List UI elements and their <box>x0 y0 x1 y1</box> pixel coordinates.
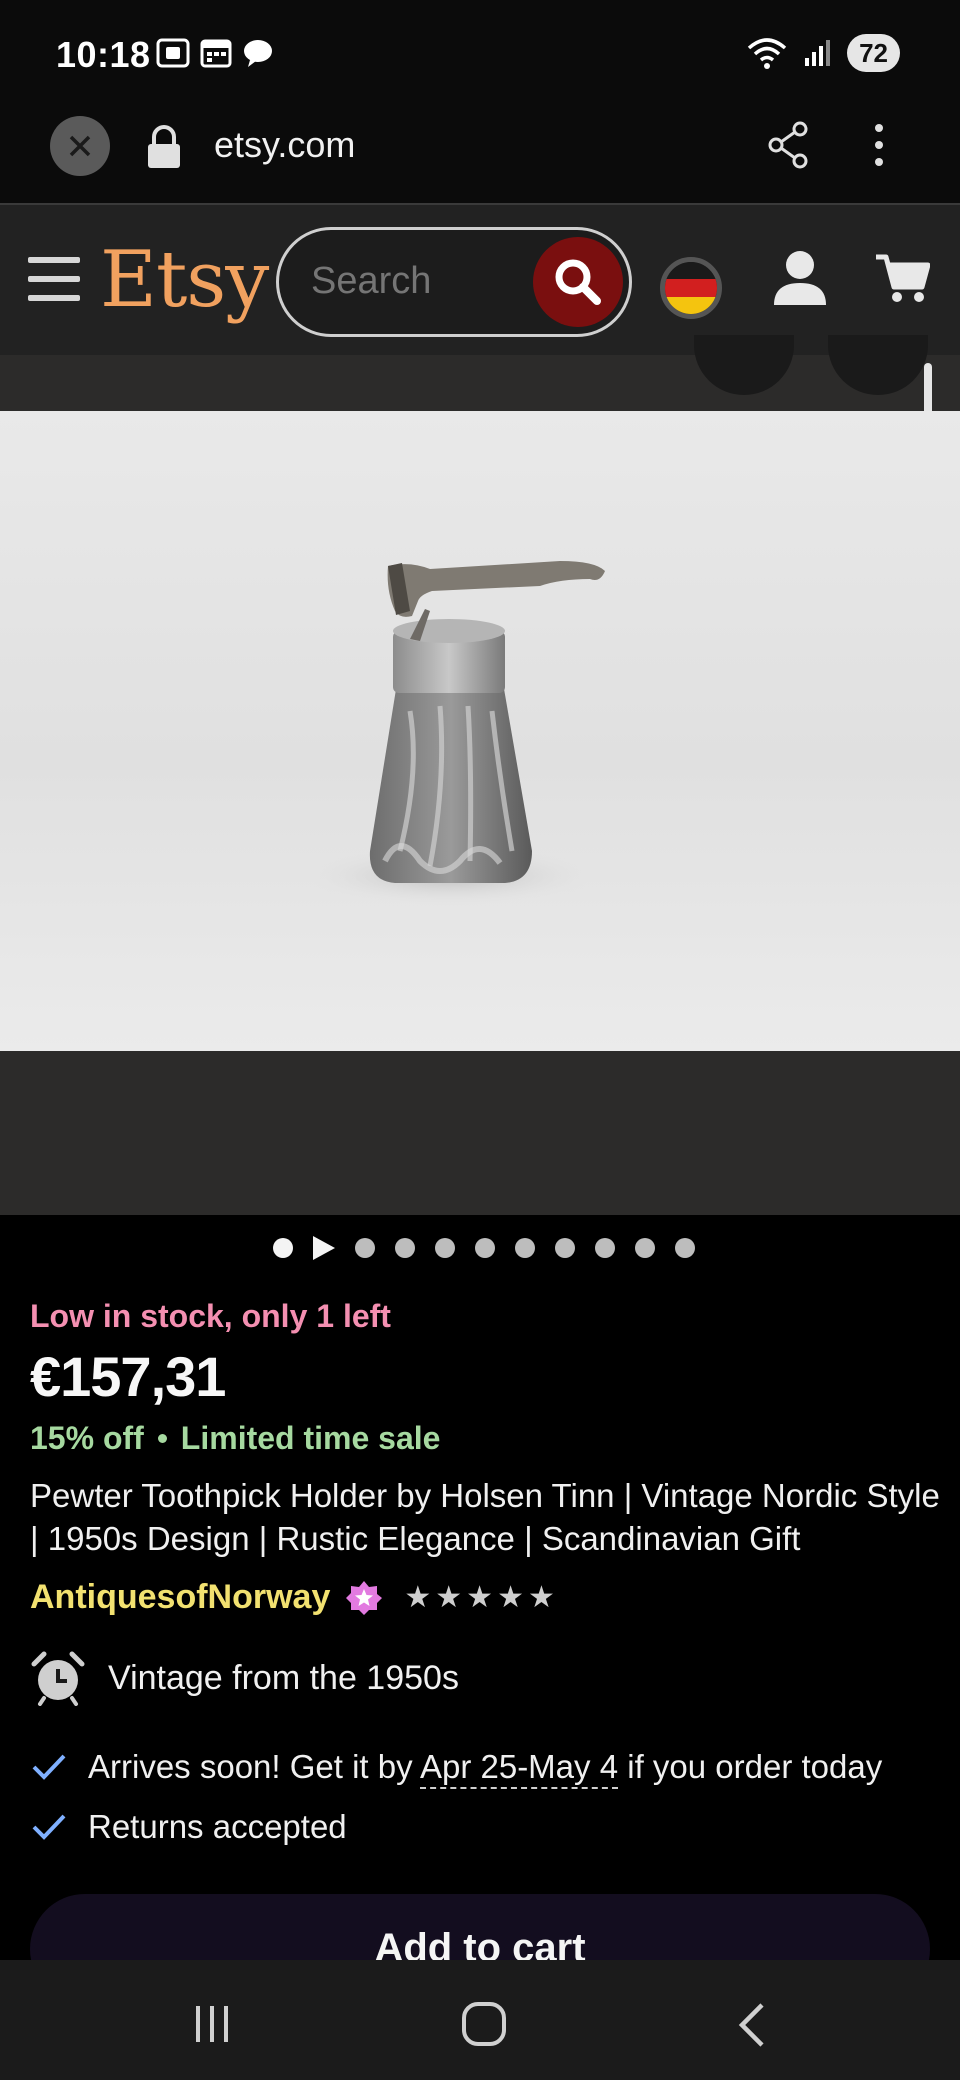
price: €157,31 <box>30 1345 226 1408</box>
signal-icon <box>805 40 831 66</box>
checkmark-icon <box>32 1814 66 1840</box>
recent-apps-icon[interactable] <box>196 2006 228 2042</box>
star-icon: ★ <box>497 1580 524 1614</box>
delivery-dates[interactable]: Apr 25-May 4 <box>419 1748 619 1789</box>
status-time: 10:18 <box>56 34 151 75</box>
listing-title: Pewter Toothpick Holder by Holsen Tinn |… <box>30 1477 940 1557</box>
shop-row: AntiquesofNorway ★ ★ ★ ★ ★ <box>30 1578 555 1617</box>
cart-icon[interactable] <box>874 251 930 305</box>
pagination-dot[interactable] <box>355 1238 375 1258</box>
star-icon: ★ <box>404 1580 432 1614</box>
more-options-icon[interactable] <box>872 120 886 170</box>
pagination-dot[interactable] <box>675 1238 695 1258</box>
wifi-icon <box>747 38 787 69</box>
notification-icons <box>156 38 274 68</box>
bullet-separator <box>157 1434 167 1443</box>
search-button[interactable] <box>533 237 623 327</box>
sale-info: 15% off Limited time sale <box>30 1420 440 1457</box>
share-icon[interactable] <box>766 120 810 170</box>
star-icon: ★ <box>527 1580 555 1614</box>
search-input[interactable] <box>311 260 511 303</box>
gallery-action-button[interactable] <box>828 335 928 395</box>
back-icon[interactable] <box>736 2002 766 2048</box>
system-icons: 72 <box>745 34 900 72</box>
hamburger-menu-icon[interactable] <box>28 257 80 301</box>
lock-icon <box>148 125 180 168</box>
pagination-dot[interactable] <box>635 1238 655 1258</box>
vintage-label: Vintage from the 1950s <box>108 1658 459 1697</box>
calendar-icon <box>200 39 232 68</box>
gallery-action-button[interactable] <box>694 335 794 395</box>
delivery-prefix: Arrives soon! Get it by <box>88 1748 420 1785</box>
close-icon <box>69 135 91 157</box>
pagination-dot[interactable] <box>435 1238 455 1258</box>
search-icon <box>555 259 601 305</box>
chat-icon <box>244 40 272 67</box>
close-tab-button[interactable] <box>50 116 110 176</box>
search-bar[interactable] <box>276 227 632 337</box>
returns-text: Returns accepted <box>88 1808 347 1845</box>
delivery-suffix: if you order today <box>618 1748 883 1785</box>
star-icon: ★ <box>466 1580 494 1614</box>
star-seller-badge-icon <box>346 1580 383 1615</box>
account-icon[interactable] <box>772 247 828 307</box>
product-photo[interactable] <box>0 411 960 1051</box>
rating-stars[interactable]: ★ ★ ★ ★ ★ <box>404 1580 555 1614</box>
browser-url-bar: etsy.com <box>0 110 960 205</box>
shop-name-link[interactable]: AntiquesofNorway <box>30 1578 330 1617</box>
delivery-text: Arrives soon! Get it by Apr 25-May 4 if … <box>88 1748 883 1789</box>
pagination-dot[interactable] <box>395 1238 415 1258</box>
status-bar: 10:18 72 <box>0 0 960 110</box>
pagination-dot[interactable] <box>475 1238 495 1258</box>
product-gallery[interactable] <box>0 335 960 1215</box>
video-play-icon[interactable] <box>313 1236 335 1260</box>
vintage-row: Vintage from the 1950s <box>30 1650 459 1706</box>
system-navigation-bar <box>0 1960 960 2080</box>
pagination-dot[interactable] <box>273 1238 293 1258</box>
screenshot-icon <box>156 38 190 68</box>
home-icon[interactable] <box>462 2002 506 2046</box>
pagination-dot[interactable] <box>555 1238 575 1258</box>
url-text[interactable]: etsy.com <box>214 124 355 166</box>
discount-label: 15% off <box>30 1420 144 1456</box>
checkmark-icon <box>32 1754 66 1780</box>
pagination-dot[interactable] <box>515 1238 535 1258</box>
site-header: Etsy <box>0 205 960 355</box>
delivery-row: Arrives soon! Get it by Apr 25-May 4 if … <box>32 1748 883 1789</box>
germany-flag-icon[interactable] <box>660 257 722 319</box>
pagination-dot[interactable] <box>595 1238 615 1258</box>
alarm-clock-icon <box>31 1651 85 1706</box>
battery-indicator: 72 <box>847 34 900 72</box>
stock-notice: Low in stock, only 1 left <box>30 1298 391 1334</box>
star-icon: ★ <box>435 1580 463 1614</box>
etsy-logo[interactable]: Etsy <box>100 235 269 325</box>
toothpick-holder-image <box>300 561 605 906</box>
sale-label: Limited time sale <box>180 1420 441 1456</box>
returns-row: Returns accepted <box>32 1808 347 1846</box>
gallery-pagination <box>0 1236 960 1260</box>
